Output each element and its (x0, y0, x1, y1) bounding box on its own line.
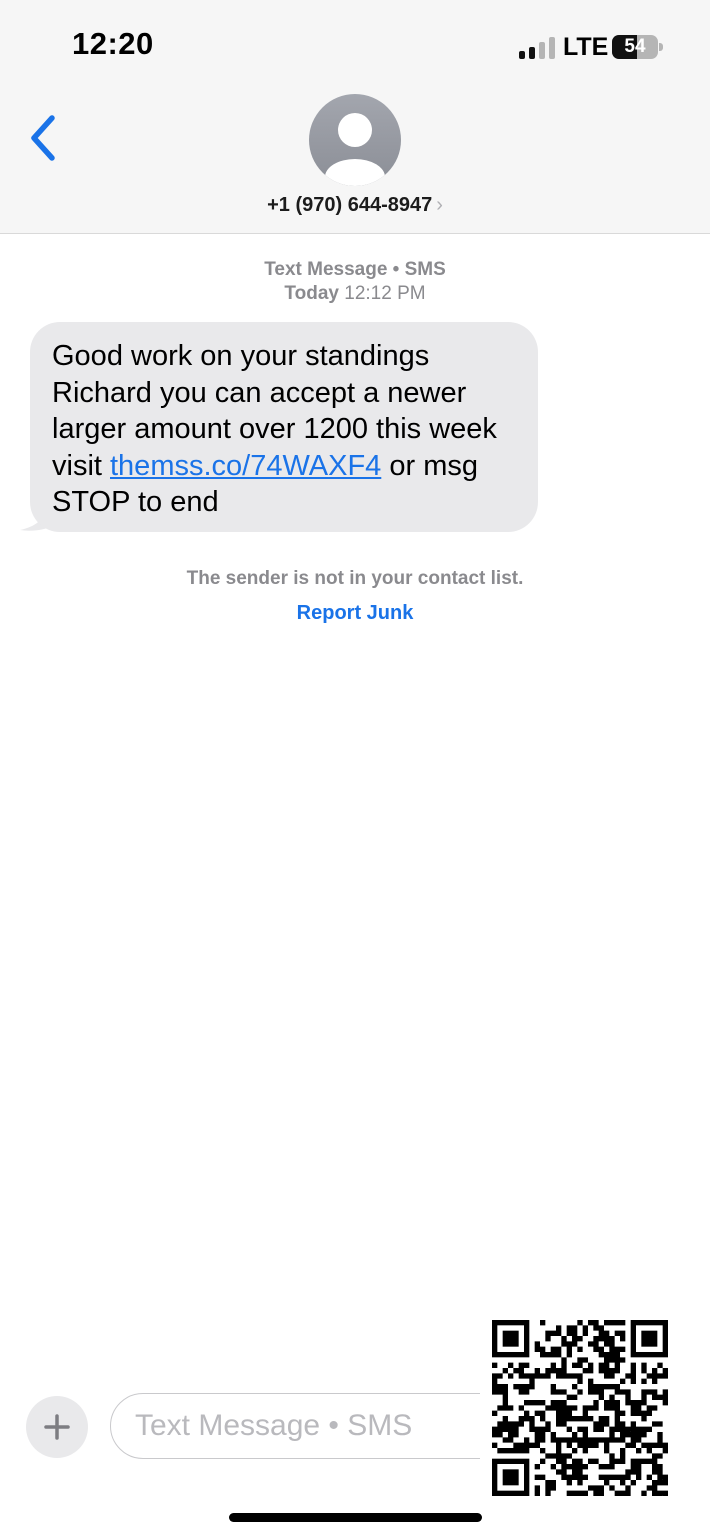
time-label: 12:12 PM (344, 283, 426, 304)
battery-icon: 54 (612, 35, 658, 59)
message-metadata: Text Message • SMS Today 12:12 PM (0, 258, 710, 306)
battery-level: 54 (624, 36, 646, 57)
unknown-sender-notice: The sender is not in your contact list. (186, 568, 524, 589)
chevron-left-icon (31, 115, 55, 161)
message-link[interactable]: themss.co/74WAXF4 (110, 450, 381, 482)
battery-tip (659, 43, 663, 51)
contact-name: +1 (970) 644-8947 (267, 194, 433, 216)
conversation-header: 12:20 LTE 54 +1 (970) 644-8947 › (0, 0, 710, 234)
home-indicator[interactable] (229, 1513, 482, 1522)
network-type: LTE (563, 33, 609, 61)
service-label: Text Message • SMS (264, 259, 446, 280)
qr-code-image (480, 1308, 680, 1508)
apps-plus-button[interactable] (26, 1396, 88, 1458)
signal-strength-icon (519, 37, 555, 59)
status-time: 12:20 (72, 26, 154, 61)
message-bubble[interactable]: Good work on your standings Richard you … (30, 322, 538, 532)
person-silhouette-icon (325, 113, 385, 186)
chevron-right-icon: › (436, 194, 443, 216)
back-button[interactable] (22, 108, 66, 168)
message-timestamp: Today 12:12 PM (0, 282, 710, 306)
contact-avatar[interactable] (309, 94, 401, 186)
contact-name-button[interactable]: +1 (970) 644-8947 › (0, 194, 710, 217)
date-label: Today (284, 283, 339, 304)
report-junk-link[interactable]: Report Junk (0, 602, 710, 625)
plus-icon (44, 1414, 70, 1440)
